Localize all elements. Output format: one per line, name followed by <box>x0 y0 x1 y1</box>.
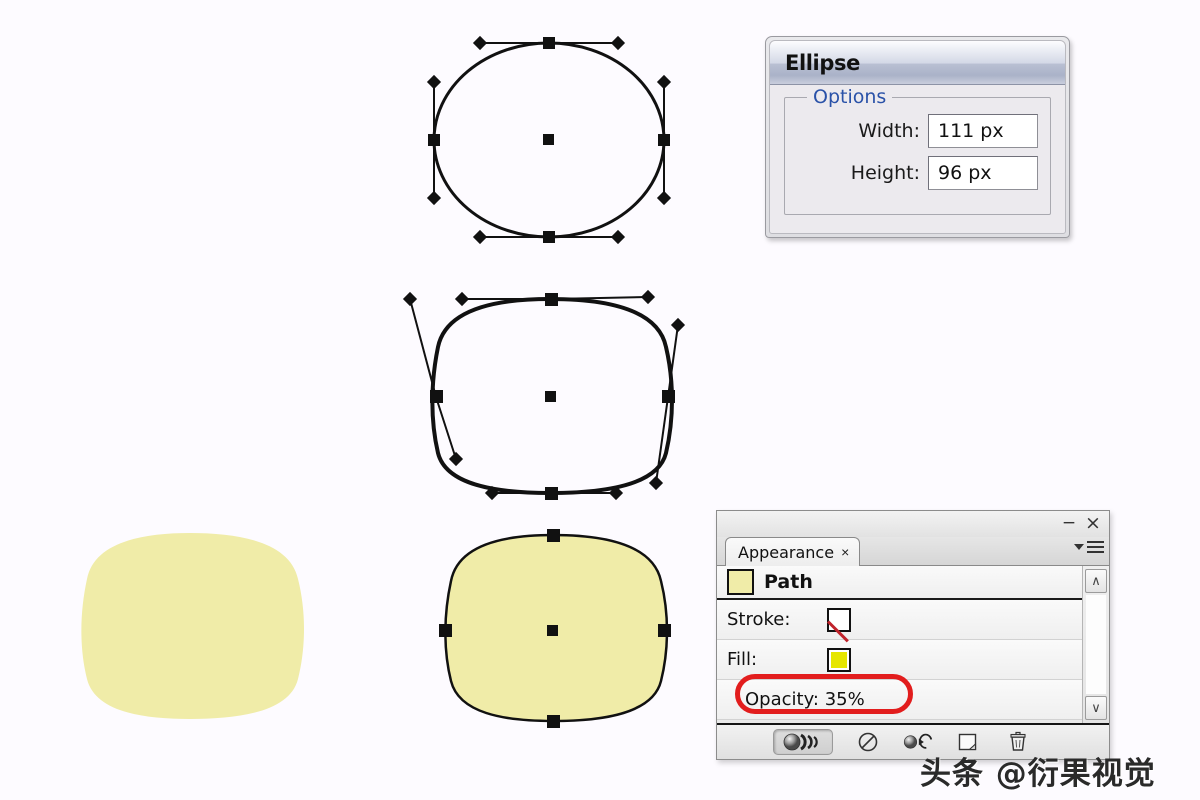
filled-lens-shape-no-stroke[interactable] <box>60 525 330 740</box>
filled-lens-shape-selected[interactable] <box>425 525 690 740</box>
options-legend: Options <box>807 86 893 108</box>
height-label: Height: <box>850 162 920 184</box>
scroll-down-icon[interactable]: ∨ <box>1085 696 1107 720</box>
tab-appearance-label: Appearance <box>738 542 835 562</box>
dialog-inner-frame: Ellipse Options Width: 111 px Height: 96… <box>769 40 1066 234</box>
stroke-label: Stroke: <box>727 609 791 630</box>
minimize-icon[interactable]: − <box>1059 513 1079 533</box>
tab-appearance[interactable]: Appearance × <box>725 537 861 566</box>
stroke-none-swatch-icon[interactable] <box>827 607 851 632</box>
appearance-row-opacity[interactable]: Opacity: 35% <box>717 674 1082 720</box>
clear-appearance-button[interactable] <box>853 729 883 755</box>
ellipse-path-outline[interactable] <box>420 20 690 260</box>
dialog-body: Options Width: 111 px Height: 96 px <box>770 85 1065 225</box>
width-label: Width: <box>858 120 920 142</box>
sphere-arcs-icon <box>783 733 818 751</box>
panel-menu-button[interactable] <box>1074 541 1104 553</box>
fill-color-swatch-icon[interactable] <box>827 647 851 672</box>
width-field-row: Width: 111 px <box>795 114 1038 148</box>
fill-label: Fill: <box>727 649 758 670</box>
path-thumbnail-swatch <box>727 569 754 595</box>
hamburger-menu-icon <box>1087 541 1104 553</box>
path-label: Path <box>764 571 813 593</box>
rounded-lens-path-outline[interactable] <box>400 285 710 510</box>
opacity-label: Opacity: 35% <box>745 689 865 710</box>
chevron-down-icon <box>1074 544 1084 550</box>
appearance-row-path[interactable]: Path <box>717 566 1082 600</box>
scroll-up-icon[interactable]: ∧ <box>1085 569 1107 593</box>
appearance-panel[interactable]: − × Appearance × Path Stroke: Fill: Opac… <box>716 510 1110 760</box>
options-fieldset: Options Width: 111 px Height: 96 px <box>784 86 1051 215</box>
height-input[interactable]: 96 px <box>928 156 1038 190</box>
panel-topbar: − × <box>717 511 1109 537</box>
appearance-row-fill[interactable]: Fill: <box>717 640 1082 680</box>
dialog-title: Ellipse <box>785 50 860 75</box>
width-input[interactable]: 111 px <box>928 114 1038 148</box>
height-field-row: Height: 96 px <box>795 156 1038 190</box>
ellipse-options-dialog[interactable]: Ellipse Options Width: 111 px Height: 96… <box>765 36 1070 238</box>
scroll-track[interactable] <box>1086 595 1106 694</box>
appearance-row-stroke[interactable]: Stroke: <box>717 600 1082 640</box>
panel-scrollbar[interactable]: ∧ ∨ <box>1083 566 1109 723</box>
add-new-effect-button[interactable] <box>773 729 833 755</box>
tab-close-icon[interactable]: × <box>841 544 849 560</box>
panel-tab-row: Appearance × <box>717 537 1109 566</box>
appearance-rows-list: Path Stroke: Fill: Opacity: 35% <box>717 566 1083 723</box>
close-icon[interactable]: × <box>1083 512 1103 534</box>
circle-slash-icon <box>858 732 878 752</box>
dialog-titlebar[interactable]: Ellipse <box>770 41 1065 85</box>
watermark-text: 头条 @衍果视觉 <box>920 756 1156 792</box>
panel-content: Path Stroke: Fill: Opacity: 35% ∧ ∨ <box>717 566 1109 723</box>
